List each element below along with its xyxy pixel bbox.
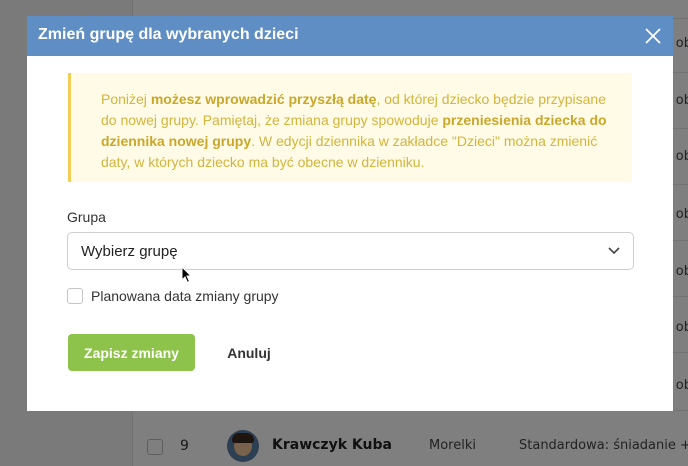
- info-notice: Poniżej możesz wprowadzić przyszłą datę,…: [68, 73, 632, 182]
- group-select[interactable]: Wybierz grupę: [67, 232, 634, 270]
- notice-text: Poniżej możesz wprowadzić przyszłą datę,…: [101, 91, 607, 170]
- change-group-modal: Zmień grupę dla wybranych dzieci Poniżej…: [27, 16, 673, 411]
- planned-change-checkbox[interactable]: [67, 288, 83, 304]
- close-icon: [645, 28, 661, 44]
- cancel-button[interactable]: Anuluj: [217, 334, 281, 371]
- group-label: Grupa: [67, 209, 106, 225]
- close-button[interactable]: [641, 24, 665, 48]
- mouse-pointer-icon: [181, 266, 193, 284]
- chevron-down-icon: [608, 247, 620, 255]
- save-button[interactable]: Zapisz zmiany: [68, 334, 195, 371]
- modal-header: Zmień grupę dla wybranych dzieci: [27, 16, 673, 56]
- modal-title: Zmień grupę dla wybranych dzieci: [38, 26, 299, 43]
- planned-change-label[interactable]: Planowana data zmiany grupy: [91, 288, 279, 304]
- group-select-value: Wybierz grupę: [81, 243, 178, 260]
